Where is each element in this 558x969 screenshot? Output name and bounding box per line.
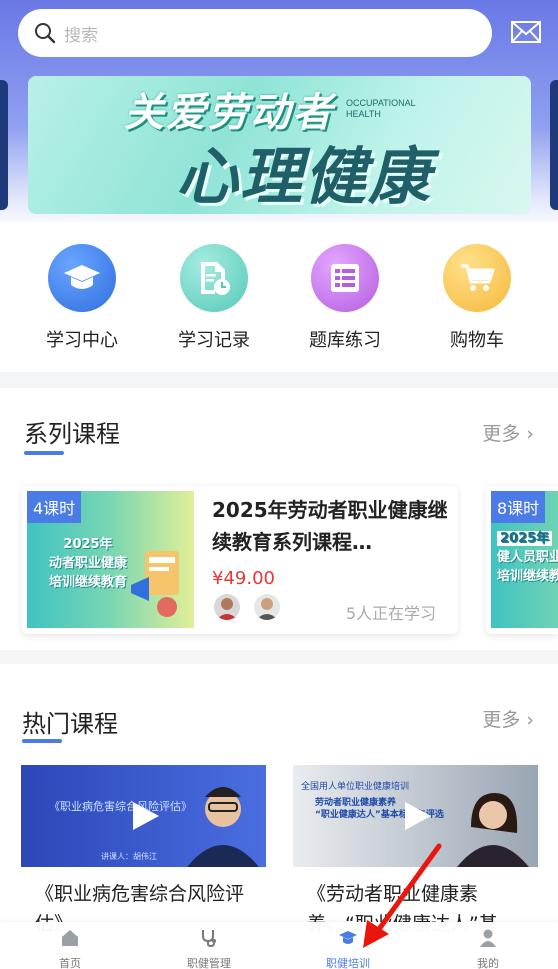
tab-home[interactable]: 首页 [0,922,140,969]
question-bank-icon [311,244,379,312]
learners-count: 5人正在学习 [345,604,436,623]
chevron-right-icon: › [526,423,534,445]
search-bar[interactable]: 搜索 [18,9,492,57]
series-section-title: 系列课程 [24,420,120,448]
series-more-link[interactable]: 更多 › [482,419,534,446]
bottom-tab-bar: 首页 职健管理 职健培训 我的 [0,922,558,969]
promo-banner[interactable]: 关爱劳动者 OCCUPATIONAL HEALTH 心理健康 [28,76,531,214]
lesson-count-badge: 4课时 [27,491,82,523]
banner-prev-peek[interactable] [0,80,8,210]
document-clock-icon [180,244,248,312]
course-title: 2025年劳动者职业健康继续教育系列课程… [212,498,448,554]
video-speaker: 讲课人：胡伟江 [101,852,157,861]
avatar [254,594,280,620]
cart-icon [443,244,511,312]
red-arrow-annotation [363,843,442,948]
stethoscope-icon [202,930,216,948]
presenter-image [187,787,259,867]
course-price: ¥49.00 [212,568,275,589]
graduation-cap-icon [48,244,116,312]
tab-label: 我的 [477,957,499,969]
hot-section-title: 热门课程 [22,710,118,738]
nav-question-bank[interactable]: 题库练习 [290,244,400,352]
search-placeholder: 搜索 [64,25,98,46]
banner-main-title: 心理健康 [176,140,433,213]
megaphone-illustration-icon [131,551,179,617]
thumbnail-title: 2025年健人员职业健培训继续教育 [497,531,558,584]
nav-label: 购物车 [450,330,504,351]
tab-health-management[interactable]: 职健管理 [139,922,279,969]
user-icon [480,929,496,947]
nav-label: 题库练习 [309,330,381,351]
hot-more-link[interactable]: 更多 › [482,705,534,732]
chevron-right-icon: › [526,709,534,731]
course-card[interactable]: 2025年 动者职业健康 培训继续教育 4课时 2025年劳动者职业健康继续教育系列… [22,486,458,634]
presenter-image [457,793,529,867]
video-header: 全国用人单位职业健康培训 [301,782,410,792]
series-title-underline [24,451,64,455]
nav-label: 学习记录 [178,330,250,351]
tab-label: 首页 [59,957,81,969]
banner-subtitle: OCCUPATIONAL HEALTH [346,98,416,119]
play-icon[interactable] [129,800,161,832]
tab-label: 职健培训 [326,957,370,969]
nav-shopping-cart[interactable]: 购物车 [422,244,532,352]
course-thumbnail: 2025年健人员职业健培训继续教育 8课时 [491,491,558,628]
course-thumbnail: 2025年 动者职业健康 培训继续教育 4课时 [27,491,194,628]
search-icon [35,23,56,44]
banner-next-peek[interactable] [550,80,558,210]
hot-title-underline [22,739,62,743]
nav-label: 学习中心 [46,330,118,351]
play-icon[interactable] [401,800,433,832]
nav-learning-record[interactable]: 学习记录 [159,244,269,352]
video-caption: 《职业病危害综合风险评估》 [49,800,192,813]
lesson-count-badge: 8课时 [491,491,546,523]
course-card[interactable]: 2025年健人员职业健培训继续教育 8课时 [486,486,558,634]
home-icon [62,930,78,946]
avatar [214,594,240,620]
mail-icon[interactable] [510,18,542,46]
tab-label: 职健管理 [187,957,231,969]
nav-learning-center[interactable]: 学习中心 [27,244,137,352]
hot-course-card[interactable]: 《职业病危害综合风险评估》 讲课人：胡伟江 《职业病危害综合风险评估》 [21,765,266,945]
